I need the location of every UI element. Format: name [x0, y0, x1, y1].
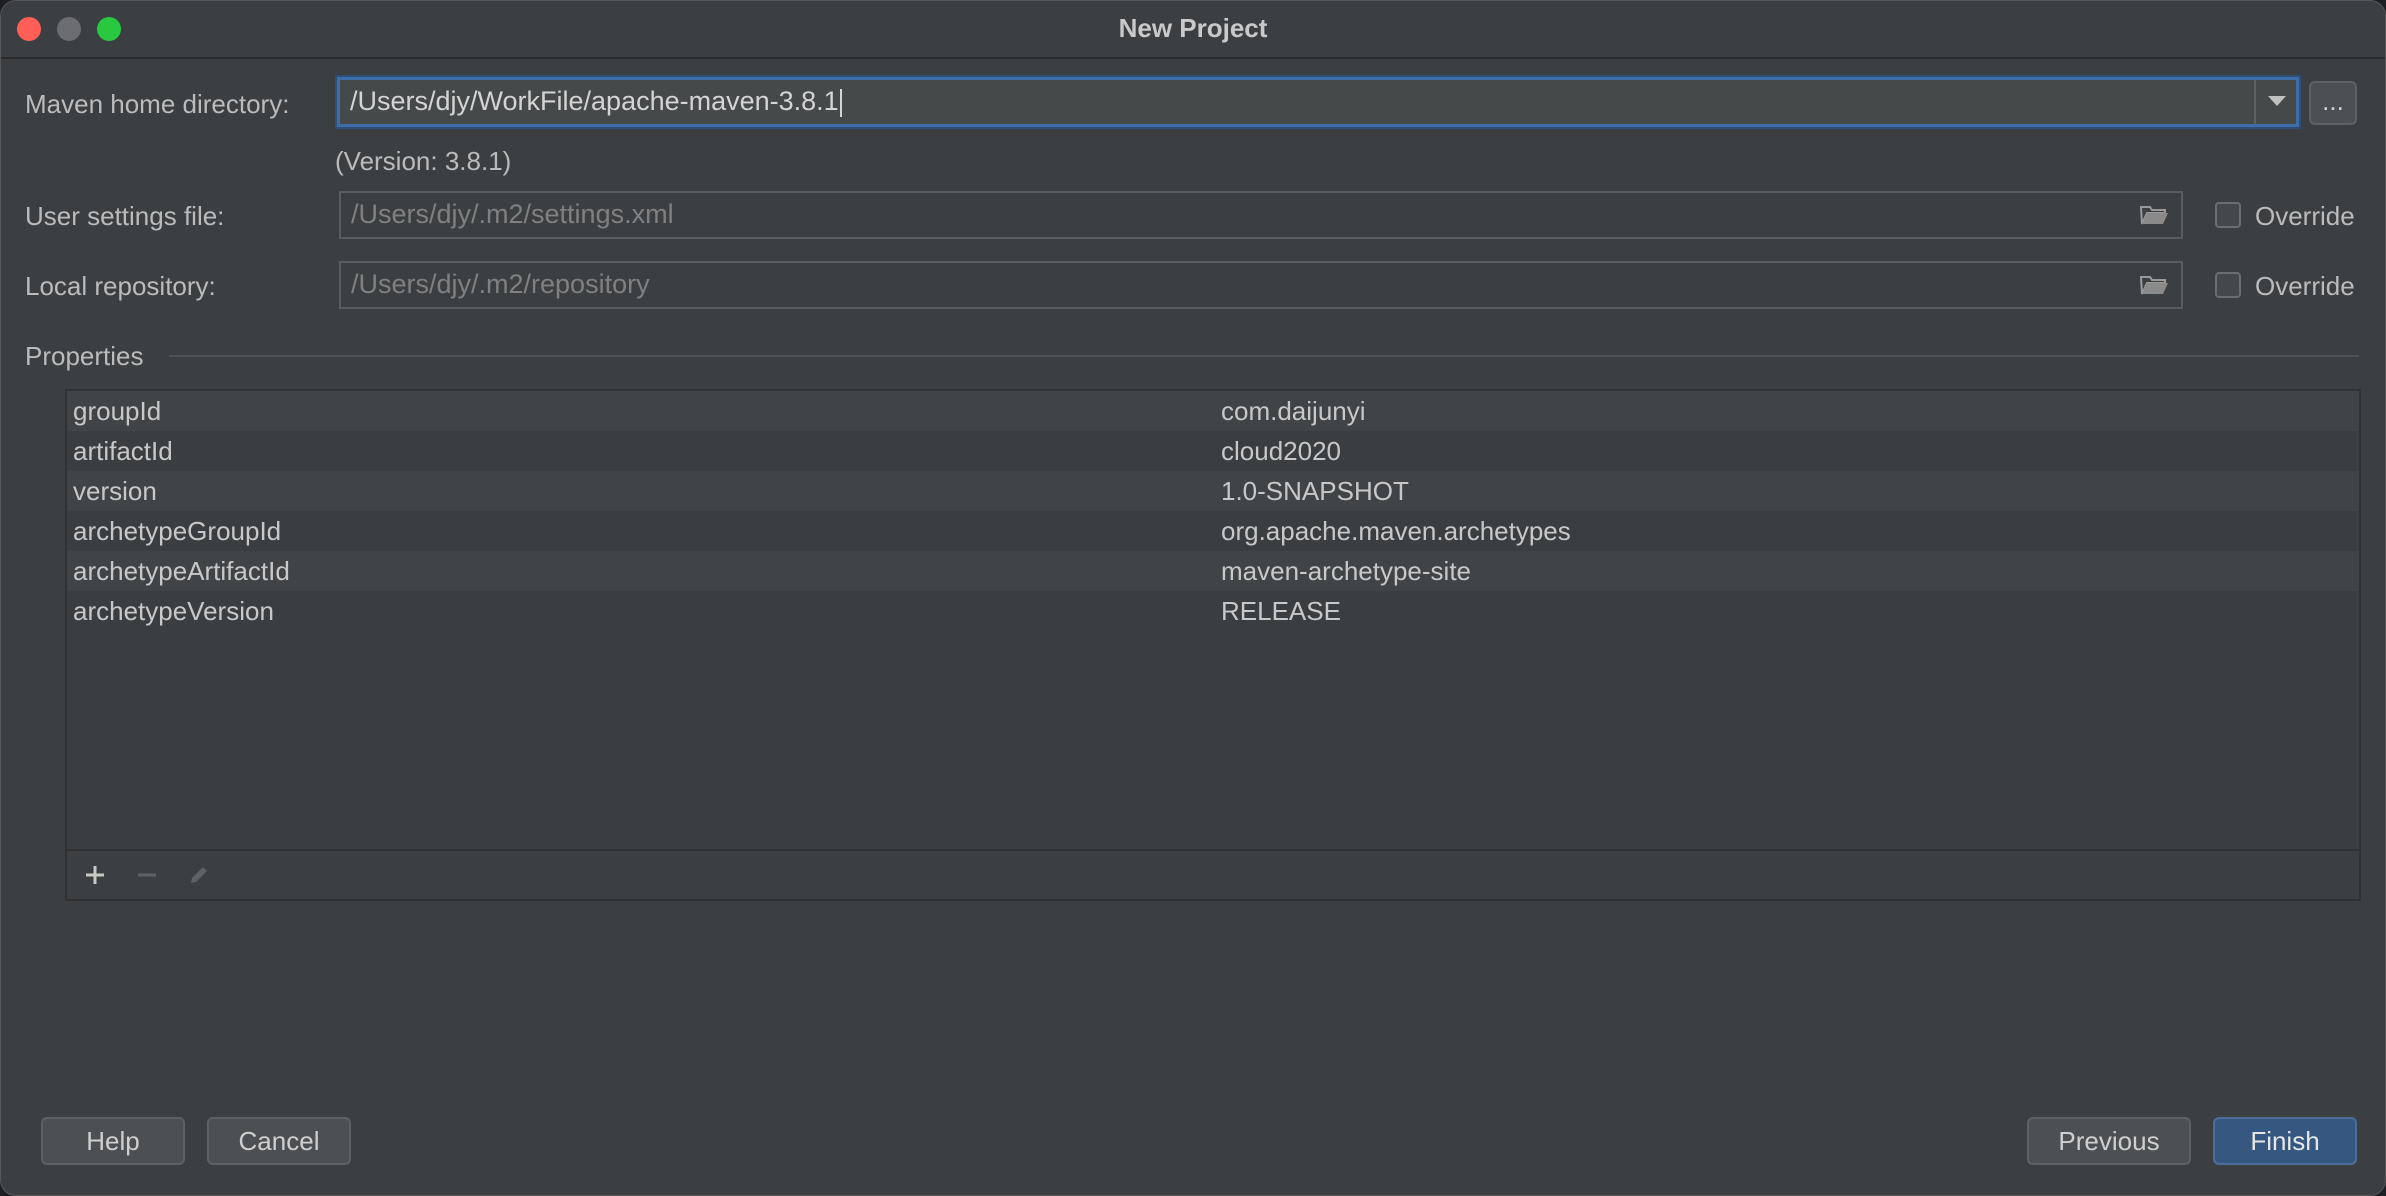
folder-open-icon[interactable] [2139, 203, 2169, 227]
maven-home-label: Maven home directory: [25, 89, 290, 119]
window-title: New Project [1118, 13, 1268, 43]
table-row[interactable]: groupId com.daijunyi [67, 391, 2359, 431]
chevron-down-icon[interactable] [2254, 80, 2296, 124]
property-key: archetypeVersion [73, 596, 274, 626]
cancel-button[interactable]: Cancel [207, 1117, 351, 1165]
property-value: org.apache.maven.archetypes [1221, 516, 1571, 546]
local-repository-label: Local repository: [25, 271, 216, 301]
text-caret [839, 88, 842, 117]
title-bar: New Project [1, 1, 2385, 59]
new-project-dialog: New Project Maven home directory: /Users… [0, 0, 2386, 1196]
property-value: maven-archetype-site [1221, 556, 1471, 586]
table-row[interactable]: artifactId cloud2020 [67, 431, 2359, 471]
override-repository-checkbox[interactable] [2215, 272, 2241, 298]
add-icon[interactable] [81, 861, 109, 889]
browse-button[interactable]: ... [2309, 81, 2357, 125]
user-settings-label: User settings file: [25, 201, 225, 231]
property-key: version [73, 476, 157, 506]
user-settings-value: /Users/djy/.m2/settings.xml [351, 199, 674, 229]
override-repository-label: Override [2255, 271, 2355, 301]
edit-pencil-icon[interactable] [185, 861, 213, 889]
finish-button[interactable]: Finish [2213, 1117, 2357, 1165]
property-value: com.daijunyi [1221, 396, 1366, 426]
override-settings-label: Override [2255, 201, 2355, 231]
property-value: cloud2020 [1221, 436, 1341, 466]
maven-home-value: /Users/djy/WorkFile/apache-maven-3.8.1 [350, 86, 839, 116]
folder-open-icon[interactable] [2139, 273, 2169, 297]
property-key: archetypeGroupId [73, 516, 282, 546]
table-row[interactable]: archetypeArtifactId maven-archetype-site [67, 551, 2359, 591]
property-key: artifactId [73, 436, 173, 466]
property-value: 1.0-SNAPSHOT [1221, 476, 1409, 506]
table-row[interactable]: archetypeGroupId org.apache.maven.archet… [67, 511, 2359, 551]
maven-version-text: (Version: 3.8.1) [335, 146, 512, 176]
local-repository-field[interactable]: /Users/djy/.m2/repository [339, 261, 2183, 309]
property-key: groupId [73, 396, 162, 426]
section-divider [169, 355, 2359, 357]
user-settings-field[interactable]: /Users/djy/.m2/settings.xml [339, 191, 2183, 239]
property-value: RELEASE [1221, 596, 1341, 626]
local-repository-value: /Users/djy/.m2/repository [351, 269, 650, 299]
property-key: archetypeArtifactId [73, 556, 290, 586]
properties-toolbar [67, 849, 2359, 899]
previous-button[interactable]: Previous [2027, 1117, 2191, 1165]
help-button[interactable]: Help [41, 1117, 185, 1165]
properties-section-title: Properties [25, 341, 144, 371]
table-row[interactable]: archetypeVersion RELEASE [67, 591, 2359, 631]
maven-home-combobox[interactable]: /Users/djy/WorkFile/apache-maven-3.8.1 [337, 77, 2299, 127]
remove-icon[interactable] [133, 861, 161, 889]
override-settings-checkbox[interactable] [2215, 202, 2241, 228]
table-row[interactable]: version 1.0-SNAPSHOT [67, 471, 2359, 511]
properties-table: groupId com.daijunyi artifactId cloud202… [65, 389, 2361, 901]
